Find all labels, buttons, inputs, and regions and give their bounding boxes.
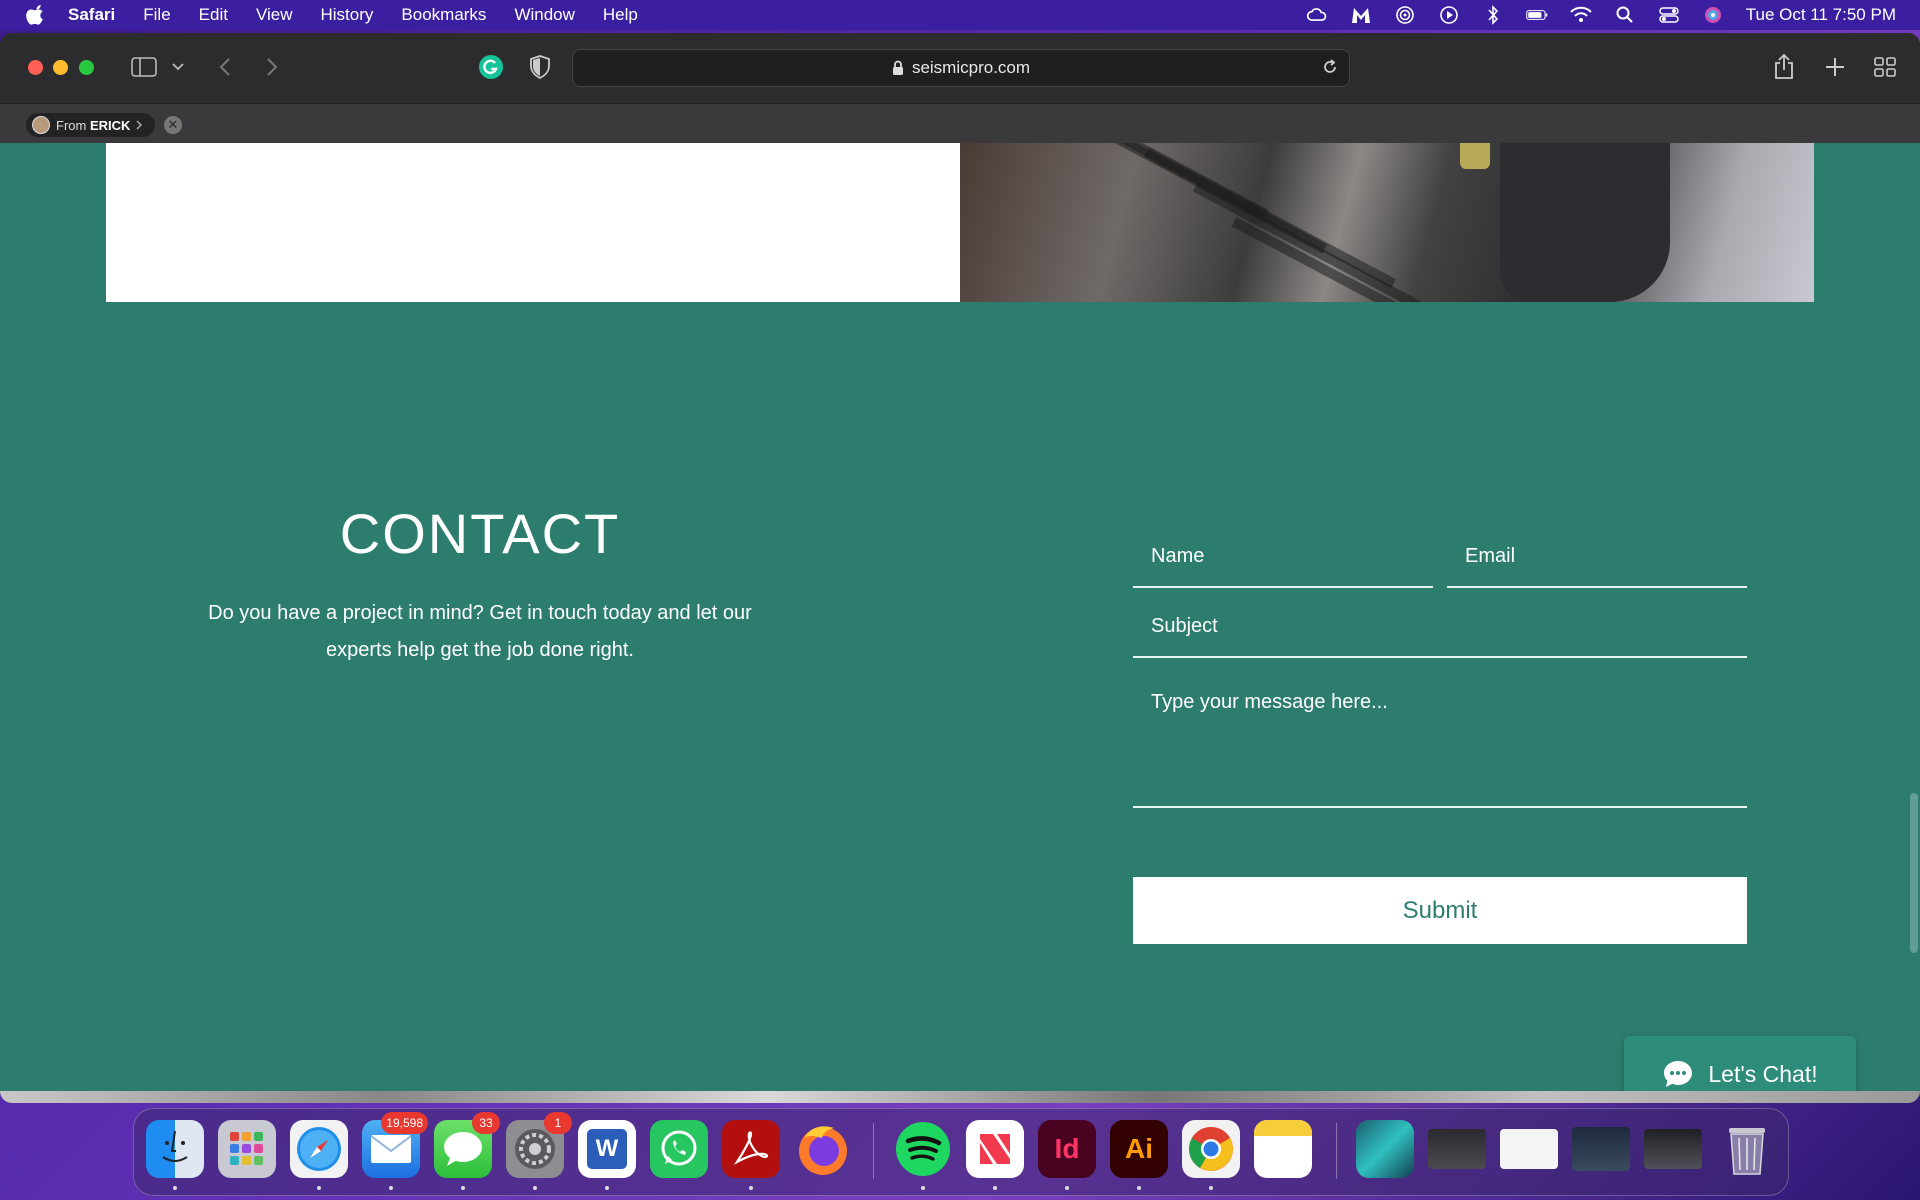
menu-view[interactable]: View bbox=[256, 5, 293, 25]
minimize-window-button[interactable] bbox=[53, 60, 68, 75]
shared-from-name: ERICK bbox=[89, 117, 131, 133]
contact-description: Do you have a project in mind? Get in to… bbox=[208, 602, 752, 661]
web-page: CONTACT Do you have a project in mind? G… bbox=[0, 143, 1920, 1103]
shared-with-you-bar: From ERICK ✕ bbox=[0, 103, 1920, 144]
hero-white-panel bbox=[106, 143, 960, 302]
brick-wall-photo bbox=[960, 143, 1814, 302]
launchpad-icon[interactable] bbox=[218, 1120, 276, 1178]
close-window-button[interactable] bbox=[28, 60, 43, 75]
menu-help[interactable]: Help bbox=[603, 5, 638, 25]
recent-folder-stack-icon[interactable] bbox=[1356, 1120, 1414, 1178]
messages-icon[interactable]: 33 bbox=[434, 1112, 500, 1190]
footer-photo-strip bbox=[0, 1091, 1920, 1103]
menu-app-safari[interactable]: Safari bbox=[68, 5, 115, 25]
google-chrome-icon[interactable] bbox=[1182, 1120, 1240, 1190]
privacy-report-shield-icon[interactable] bbox=[528, 53, 552, 81]
menubar-clock[interactable]: Tue Oct 11 7:50 PM bbox=[1746, 5, 1896, 25]
subject-field[interactable] bbox=[1133, 596, 1747, 658]
whatsapp-icon[interactable] bbox=[650, 1120, 708, 1178]
shared-with-you-pill[interactable]: From ERICK bbox=[26, 113, 156, 137]
now-playing-icon[interactable] bbox=[1438, 6, 1460, 24]
wifi-icon[interactable] bbox=[1570, 6, 1592, 24]
contact-title: CONTACT bbox=[339, 502, 621, 565]
address-bar[interactable]: seismicpro.com bbox=[572, 49, 1350, 87]
adobe-acrobat-icon[interactable] bbox=[722, 1120, 780, 1190]
menu-bookmarks[interactable]: Bookmarks bbox=[401, 5, 486, 25]
safari-icon[interactable] bbox=[290, 1120, 348, 1190]
system-preferences-icon[interactable]: 1 bbox=[506, 1112, 572, 1190]
dock: 19,598 33 1 W Id Ai bbox=[133, 1108, 1789, 1196]
zoom-window-button[interactable] bbox=[79, 60, 94, 75]
battery-icon[interactable] bbox=[1525, 6, 1548, 24]
chat-label: Let's Chat! bbox=[1708, 1060, 1818, 1087]
close-shared-bar-icon[interactable]: ✕ bbox=[164, 116, 182, 134]
reload-icon[interactable] bbox=[1321, 58, 1339, 76]
apple-menu-icon[interactable] bbox=[26, 5, 46, 25]
dock-separator bbox=[873, 1123, 874, 1179]
news-icon[interactable] bbox=[966, 1120, 1024, 1190]
adobe-indesign-icon[interactable]: Id bbox=[1038, 1120, 1096, 1190]
menu-file[interactable]: File bbox=[143, 5, 170, 25]
new-tab-plus-icon[interactable] bbox=[1823, 53, 1847, 81]
url-text[interactable]: seismicpro.com bbox=[912, 58, 1030, 78]
settings-badge: 1 bbox=[544, 1112, 572, 1134]
spotify-icon[interactable] bbox=[894, 1120, 952, 1190]
avatar bbox=[32, 116, 50, 134]
trash-icon[interactable] bbox=[1718, 1120, 1776, 1178]
finder-icon[interactable] bbox=[146, 1120, 204, 1190]
grammarly-extension-icon[interactable] bbox=[477, 53, 505, 81]
menu-window[interactable]: Window bbox=[514, 5, 574, 25]
shared-from-label: From ERICK bbox=[56, 117, 131, 133]
page-scrollbar[interactable] bbox=[1910, 793, 1918, 953]
illustrator-label: Ai bbox=[1125, 1133, 1153, 1164]
tab-overview-grid-icon[interactable] bbox=[1873, 53, 1897, 81]
name-input[interactable] bbox=[1149, 543, 1433, 569]
adobe-illustrator-icon[interactable]: Ai bbox=[1110, 1120, 1168, 1190]
chat-bubble-icon bbox=[1664, 1061, 1693, 1087]
microsoft-word-icon[interactable]: W bbox=[578, 1120, 636, 1190]
lock-icon bbox=[892, 60, 903, 75]
airdrop-icon[interactable] bbox=[1394, 6, 1416, 24]
minimized-window-4-icon[interactable] bbox=[1644, 1129, 1702, 1169]
spotlight-search-icon[interactable] bbox=[1614, 6, 1636, 24]
chevron-right-icon bbox=[136, 120, 143, 130]
indesign-label: Id bbox=[1054, 1133, 1080, 1164]
browser-toolbar: seismicpro.com bbox=[0, 33, 1920, 103]
creative-cloud-icon[interactable] bbox=[1306, 6, 1328, 24]
forward-arrow-icon[interactable] bbox=[262, 53, 282, 81]
malwarebytes-icon[interactable] bbox=[1350, 6, 1372, 24]
notes-icon[interactable] bbox=[1254, 1120, 1312, 1178]
dock-separator-2 bbox=[1336, 1123, 1337, 1179]
name-field[interactable] bbox=[1133, 526, 1433, 588]
safari-window: seismicpro.com From ERICK ✕ CONTACT Do y… bbox=[0, 33, 1920, 1103]
mail-icon[interactable]: 19,598 bbox=[362, 1112, 428, 1190]
menu-history[interactable]: History bbox=[321, 5, 374, 25]
menu-bar: Safari File Edit View History Bookmarks … bbox=[0, 0, 1920, 30]
submit-button[interactable]: Submit bbox=[1133, 877, 1747, 944]
mail-badge: 19,598 bbox=[381, 1112, 428, 1134]
email-input[interactable] bbox=[1463, 543, 1747, 569]
word-letter: W bbox=[587, 1129, 627, 1169]
email-field[interactable] bbox=[1447, 526, 1747, 588]
firefox-icon[interactable] bbox=[794, 1120, 852, 1178]
menu-edit[interactable]: Edit bbox=[199, 5, 228, 25]
tab-group-chevron-down-icon[interactable] bbox=[170, 53, 186, 81]
minimized-window-1-icon[interactable] bbox=[1428, 1129, 1486, 1169]
back-arrow-icon[interactable] bbox=[215, 53, 235, 81]
messages-badge: 33 bbox=[472, 1112, 500, 1134]
siri-icon[interactable] bbox=[1702, 6, 1724, 24]
sidebar-toggle-icon[interactable] bbox=[130, 53, 158, 81]
control-center-icon[interactable] bbox=[1658, 6, 1680, 24]
message-field[interactable] bbox=[1133, 663, 1747, 808]
minimized-window-3-icon[interactable] bbox=[1572, 1127, 1630, 1171]
share-icon[interactable] bbox=[1772, 53, 1796, 81]
subject-input[interactable] bbox=[1149, 613, 1747, 639]
message-textarea[interactable] bbox=[1149, 689, 1747, 793]
minimized-window-2-icon[interactable] bbox=[1500, 1129, 1558, 1169]
bluetooth-icon[interactable] bbox=[1482, 5, 1504, 25]
